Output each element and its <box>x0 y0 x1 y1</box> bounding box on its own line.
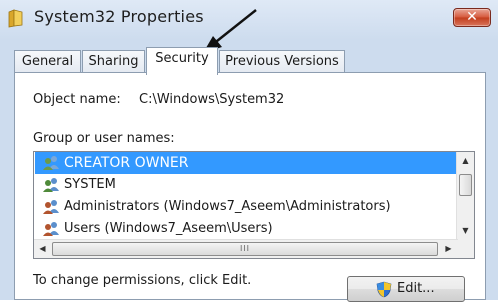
folder-icon <box>8 9 23 28</box>
users-group-icon <box>43 222 59 236</box>
horizontal-scroll-thumb[interactable]: III <box>52 242 438 256</box>
tab-sharing[interactable]: Sharing <box>82 50 145 74</box>
title-bar[interactable]: System32 Properties ✕ <box>0 0 498 38</box>
list-item-label: SYSTEM <box>64 177 116 192</box>
list-item-system[interactable]: SYSTEM <box>35 174 457 196</box>
object-name-value: C:\Windows\System32 <box>139 92 285 107</box>
vertical-scroll-thumb[interactable] <box>459 174 472 196</box>
list-item-creator-owner[interactable]: CREATOR OWNER <box>35 152 457 174</box>
tab-security[interactable]: Security <box>146 47 218 75</box>
scroll-down-icon[interactable]: ▼ <box>457 222 474 239</box>
users-group-icon <box>43 178 59 192</box>
tab-previous-versions[interactable]: Previous Versions <box>219 50 345 74</box>
tab-previous-versions-label: Previous Versions <box>225 54 339 69</box>
object-name-label: Object name: <box>33 92 121 107</box>
list-item-label: Administrators (Windows7_Aseem\Administr… <box>64 199 391 214</box>
list-item-label: Users (Windows7_Aseem\Users) <box>64 221 273 236</box>
edit-button-label: Edit... <box>397 281 435 296</box>
window-title: System32 Properties <box>34 7 204 26</box>
tab-sharing-label: Sharing <box>88 54 139 69</box>
list-item-label: CREATOR OWNER <box>64 155 189 171</box>
security-panel: Object name: C:\Windows\System32 Group o… <box>14 72 486 302</box>
users-group-icon <box>43 200 59 214</box>
properties-window: System32 Properties ✕ General Sharing Se… <box>0 0 498 302</box>
scrollbar-corner <box>458 239 474 258</box>
scroll-left-icon[interactable]: ◀ <box>34 240 51 258</box>
uac-shield-icon <box>376 281 392 298</box>
list-item-administrators[interactable]: Administrators (Windows7_Aseem\Administr… <box>35 196 457 218</box>
edit-button[interactable]: Edit... <box>347 276 465 302</box>
scroll-grip: III <box>239 244 251 253</box>
tab-general[interactable]: General <box>14 50 81 74</box>
users-group-icon <box>43 156 59 170</box>
list-item-users[interactable]: Users (Windows7_Aseem\Users) <box>35 218 457 240</box>
close-button[interactable]: ✕ <box>453 8 491 27</box>
tab-security-label: Security <box>155 51 209 66</box>
vertical-scrollbar[interactable]: ▲ ▼ <box>456 152 474 239</box>
horizontal-scrollbar[interactable]: ◀ III ▶ <box>34 239 458 258</box>
close-icon: ✕ <box>466 9 478 25</box>
group-names-label: Group or user names: <box>33 131 175 146</box>
group-user-list[interactable]: CREATOR OWNER SYSTEM Administrators (Win… <box>33 151 475 259</box>
tab-general-label: General <box>21 54 74 69</box>
scroll-right-icon[interactable]: ▶ <box>440 240 457 258</box>
change-permissions-text: To change permissions, click Edit. <box>33 273 252 288</box>
scroll-up-icon[interactable]: ▲ <box>457 152 474 169</box>
